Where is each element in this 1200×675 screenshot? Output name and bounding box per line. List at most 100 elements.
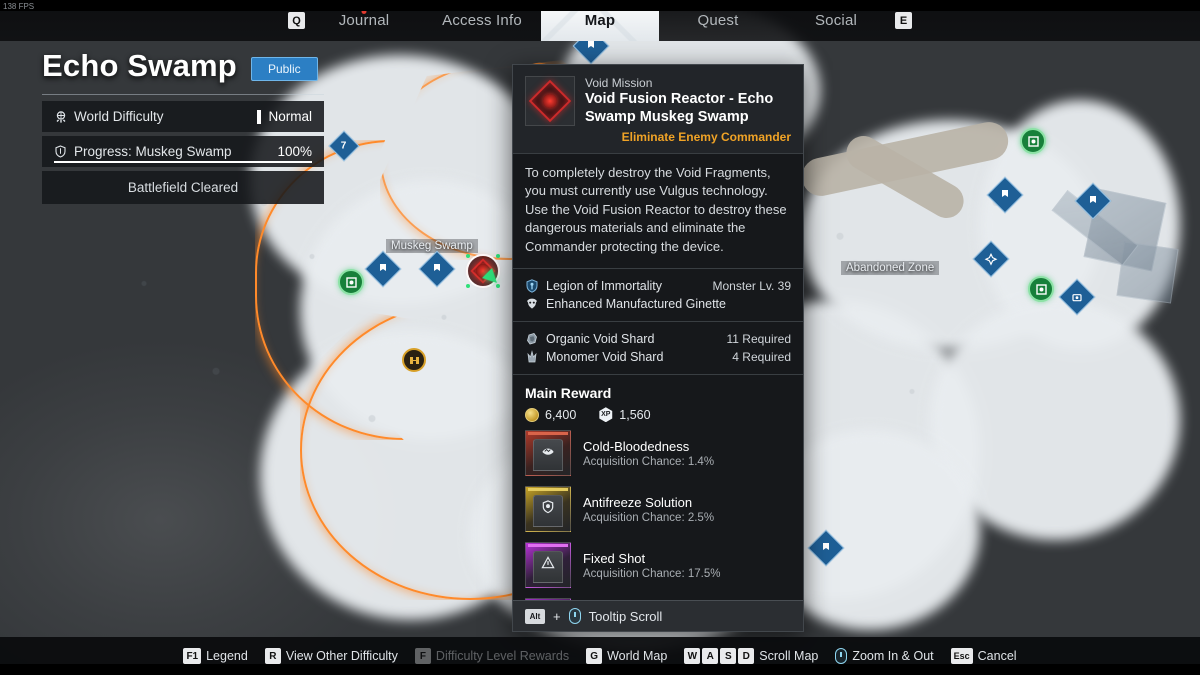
next-tab-key[interactable]: E — [895, 12, 912, 29]
progress-row: Progress: Muskeg Swamp 100% — [42, 136, 324, 167]
map-marker-resource-east[interactable] — [1028, 276, 1054, 302]
status-badge[interactable]: Public — [250, 57, 318, 81]
outpost-icon — [402, 348, 426, 372]
objective-icon — [1074, 182, 1112, 220]
mission-tooltip: Void Mission Void Fusion Reactor - Echo … — [512, 64, 804, 632]
gold-amount: 6,400 — [545, 407, 577, 422]
alt-key[interactable]: Alt — [525, 608, 545, 624]
reward-chance: Acquisition Chance: 1.4% — [583, 455, 715, 468]
hint-label: Legend — [206, 649, 248, 663]
key-esc: Esc — [950, 648, 973, 664]
world-difficulty-value: Normal — [268, 109, 312, 124]
enemy-level: Monster Lv. 39 — [712, 279, 791, 294]
map-marker-objective-d[interactable] — [1074, 182, 1112, 220]
hint-label: World Map — [607, 649, 668, 663]
tooltip-header: Void Mission Void Fusion Reactor - Echo … — [513, 65, 803, 153]
map-marker-void-reactor-selected[interactable] — [466, 254, 502, 288]
list-item[interactable]: Antifreeze Solution Acquisition Chance: … — [513, 486, 803, 542]
key-r: R — [264, 648, 281, 664]
key-g: G — [586, 648, 603, 664]
objective-icon — [807, 529, 845, 567]
faction-shield-icon — [525, 279, 539, 293]
mouse-wheel-icon — [568, 608, 581, 624]
resource-station-icon — [1020, 128, 1046, 154]
key-f: F — [414, 648, 431, 664]
prev-tab-key[interactable]: Q — [288, 12, 305, 29]
map-marker-objective-e[interactable] — [972, 240, 1010, 278]
hint-difficulty-level-rewards: F Difficulty Level Rewards — [414, 648, 569, 664]
map-marker-objective-b[interactable] — [418, 250, 456, 288]
module-glyph-icon — [542, 499, 554, 513]
key-a: A — [702, 648, 719, 664]
map-marker-objective-c[interactable] — [986, 176, 1024, 214]
difficulty-icon — [54, 110, 68, 124]
world-difficulty-row[interactable]: World Difficulty Normal — [42, 101, 324, 132]
reward-item-list[interactable]: Cold-Bloodedness Acquisition Chance: 1.4… — [513, 430, 803, 600]
reward-name: Cold-Bloodedness — [583, 438, 690, 454]
mission-description: To completely destroy the Void Fragments… — [525, 164, 787, 254]
zone-header: Echo Swamp Public — [42, 48, 324, 84]
reward-thumbnail — [525, 430, 571, 477]
gold-reward: 6,400 — [525, 407, 577, 422]
letterbox-top — [0, 0, 1200, 11]
objective-icon — [986, 176, 1024, 214]
tab-label: Journal — [338, 12, 390, 29]
hint-scroll-map[interactable]: W A S D Scroll Map — [684, 648, 818, 664]
void-core-shape — [543, 94, 557, 108]
progress-bar — [54, 161, 312, 163]
map-marker-amber-outpost[interactable] — [402, 348, 426, 372]
map-marker-resource-north-east[interactable] — [1020, 128, 1046, 154]
selection-corner — [466, 284, 470, 288]
void-mission-icon — [525, 76, 575, 126]
teleport-number: 7 — [341, 140, 347, 152]
xp-reward: XP 1,560 — [598, 407, 651, 423]
progress-label: Progress: Muskeg Swamp — [74, 144, 232, 159]
mission-objective: Eliminate Enemy Commander — [621, 129, 791, 144]
list-item[interactable]: Cold-Bloodedness Acquisition Chance: 1.4… — [513, 430, 803, 486]
list-item[interactable]: Fixed Shot Acquisition Chance: 17.5% — [513, 542, 803, 598]
boss-skull-icon — [525, 297, 539, 311]
objective-icon — [364, 250, 402, 288]
resource-station-icon — [1028, 276, 1054, 302]
map-marker-objective-f[interactable] — [1058, 278, 1096, 316]
map-marker-objective-south[interactable] — [807, 529, 845, 567]
grapple-point-icon — [972, 240, 1010, 278]
mission-title: Void Fusion Reactor - Echo Swamp Muskeg … — [585, 91, 774, 125]
hint-zoom[interactable]: Zoom In & Out — [835, 648, 934, 664]
hint-cancel[interactable]: Esc Cancel — [950, 648, 1017, 664]
module-glyph-icon — [542, 448, 554, 455]
list-item[interactable]: Antimatter Round — [513, 598, 803, 600]
key-s: S — [720, 648, 737, 664]
hint-label: Cancel — [977, 649, 1017, 663]
hint-world-map[interactable]: G World Map — [586, 648, 667, 664]
map-label: Abandoned Zone — [841, 261, 940, 275]
map-marker-objective-a[interactable] — [364, 250, 402, 288]
organic-void-shard-icon — [525, 332, 539, 346]
rarity-stripe — [528, 544, 568, 548]
tooltip-footer: Alt + Tooltip Scroll — [513, 600, 803, 631]
reward-chance: Acquisition Chance: 2.5% — [583, 511, 715, 524]
rarity-stripe — [528, 488, 568, 492]
page-title: Echo Swamp — [42, 48, 237, 83]
hint-view-other-difficulty[interactable]: R View Other Difficulty — [264, 648, 398, 664]
enemy-boss-name: Enhanced Manufactured Ginette — [546, 297, 726, 312]
hint-legend[interactable]: F1 Legend — [183, 648, 248, 664]
reward-thumbnail — [525, 486, 571, 533]
gold-coin-icon — [525, 407, 539, 422]
reward-name: Antifreeze Solution — [583, 494, 693, 510]
reward-thumbnail — [525, 542, 571, 589]
xp-icon: XP — [599, 407, 613, 423]
resource-station-icon — [338, 269, 364, 295]
selection-corner — [496, 254, 500, 258]
requirement-amount: 11 Required — [726, 332, 792, 347]
hint-label: View Other Difficulty — [285, 649, 398, 663]
selection-corner — [466, 254, 470, 258]
difficulty-level-indicator — [257, 109, 262, 124]
key-d: D — [738, 648, 755, 664]
xp-amount: 1,560 — [619, 407, 651, 422]
rewards-heading: Main Reward — [525, 385, 612, 402]
letterbox-bottom — [0, 664, 1200, 675]
map-marker-teleport[interactable]: 7 — [328, 130, 360, 162]
map-marker-resource-west[interactable] — [338, 269, 364, 295]
game-screen: Muskeg Swamp Abandoned Zone 7 138 FPS Q … — [0, 0, 1200, 675]
